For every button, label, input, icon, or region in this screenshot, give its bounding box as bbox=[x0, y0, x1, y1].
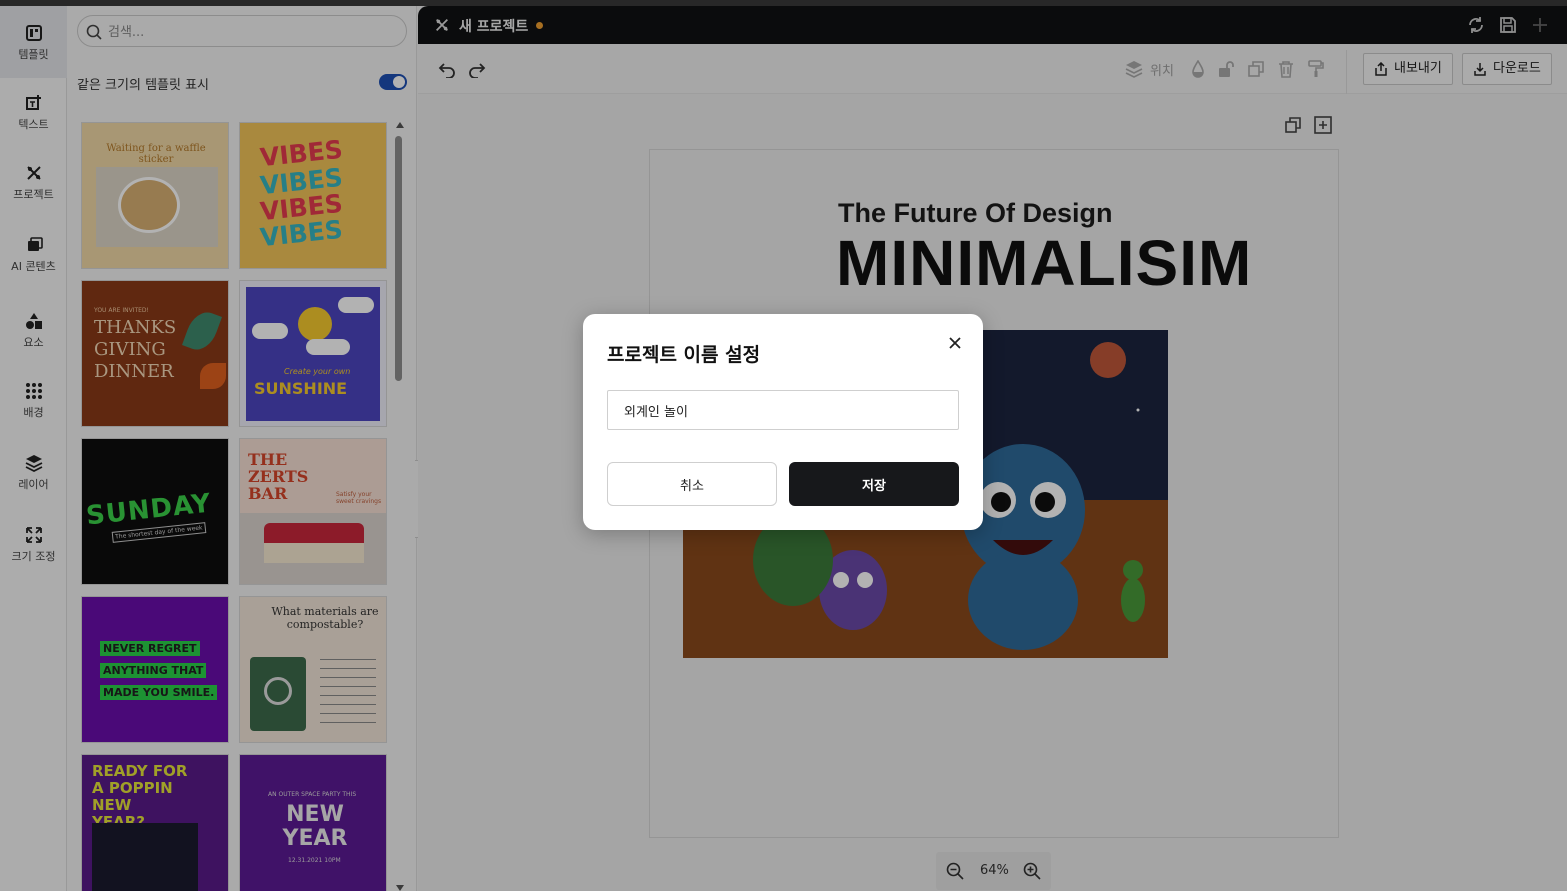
project-name-input[interactable] bbox=[607, 390, 959, 430]
save-button[interactable]: 저장 bbox=[789, 462, 959, 506]
dialog-title: 프로젝트 이름 설정 bbox=[607, 344, 761, 366]
project-name-dialog: 프로젝트 이름 설정 취소 저장 bbox=[583, 314, 983, 530]
cancel-button[interactable]: 취소 bbox=[607, 462, 777, 506]
close-icon[interactable] bbox=[946, 334, 964, 352]
